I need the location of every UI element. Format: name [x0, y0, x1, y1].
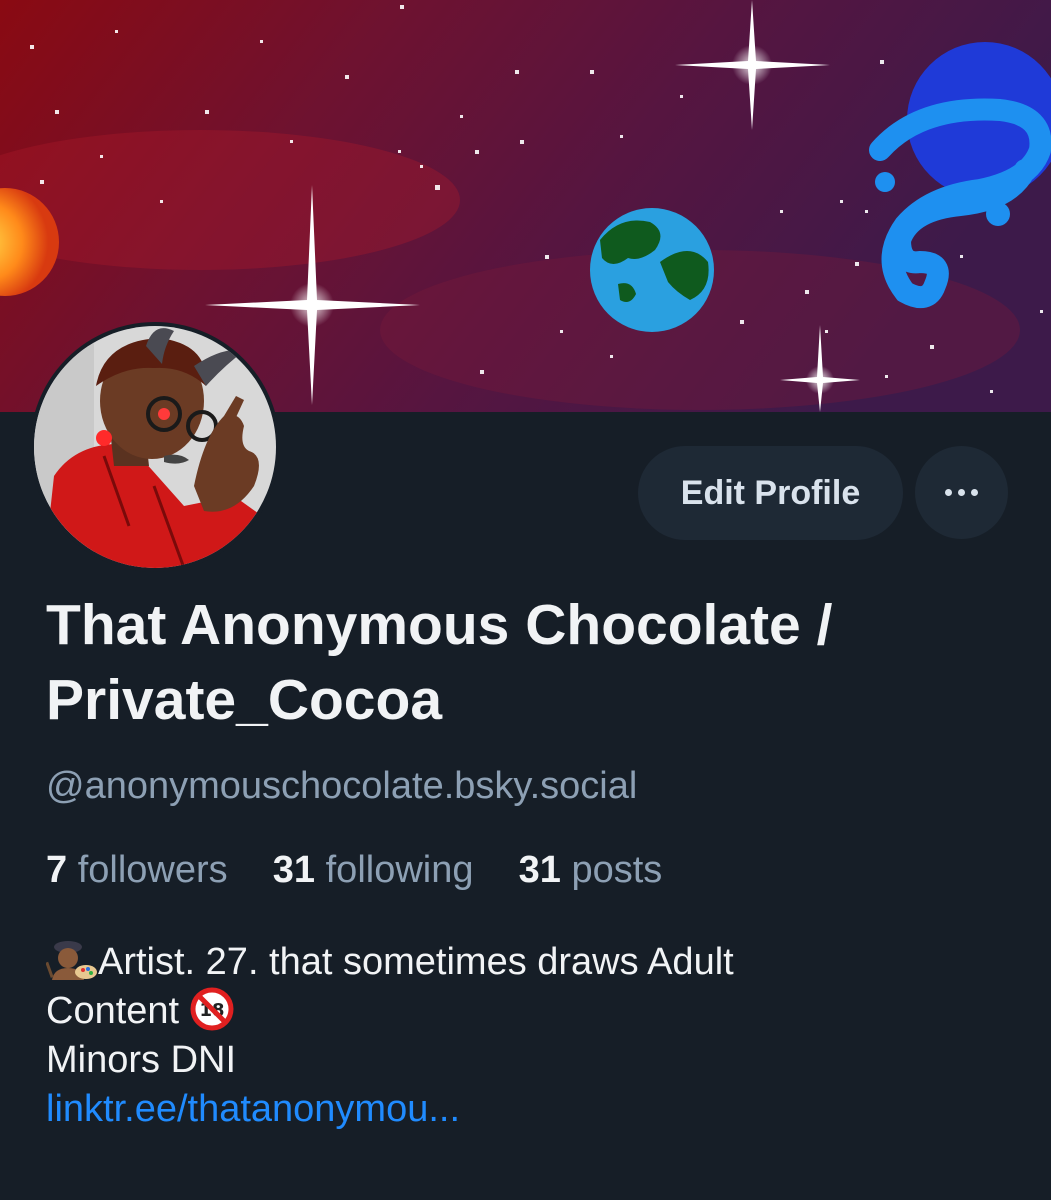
profile-handle: @anonymouschocolate.bsky.social: [46, 765, 638, 807]
bio-line-3: Minors DNI: [46, 1039, 237, 1081]
posts-count: 31: [518, 849, 561, 891]
followers-link[interactable]: 7 followers: [46, 849, 238, 891]
artist-emoji-icon: [46, 941, 97, 980]
ellipsis-icon: [945, 489, 978, 496]
posts-stat: 31 posts: [519, 849, 663, 891]
followers-label: followers: [77, 849, 228, 891]
profile-avatar[interactable]: [30, 322, 280, 572]
profile-bio: Artist. 27. that sometimes draws Adult C…: [46, 938, 1006, 1134]
bio-line-2-text: Content: [46, 990, 180, 1032]
followers-count: 7: [46, 849, 68, 891]
profile-stats: 7 followers 31 following 31 posts: [46, 846, 662, 894]
following-label: following: [325, 849, 474, 891]
posts-label: posts: [571, 849, 663, 891]
bio-line-1-text: Artist. 27. that sometimes draws Adult: [98, 941, 734, 983]
profile-display-name: That Anonymous Chocolate / Private_Cocoa: [46, 593, 833, 732]
following-count: 31: [272, 849, 316, 891]
following-link[interactable]: 31 following: [273, 849, 484, 891]
bio-line-1: Artist. 27. that sometimes draws Adult: [46, 938, 1006, 987]
bio-link[interactable]: linktr.ee/thatanonymou...: [46, 1085, 1006, 1134]
no-under-18-icon: 18: [190, 987, 234, 1031]
profile-page: Edit Profile That Anonymous Chocolate / …: [0, 0, 1051, 1200]
more-options-button[interactable]: [915, 446, 1008, 539]
edit-profile-button[interactable]: Edit Profile: [638, 446, 903, 540]
bio-line-2: Content 18: [46, 987, 1006, 1036]
